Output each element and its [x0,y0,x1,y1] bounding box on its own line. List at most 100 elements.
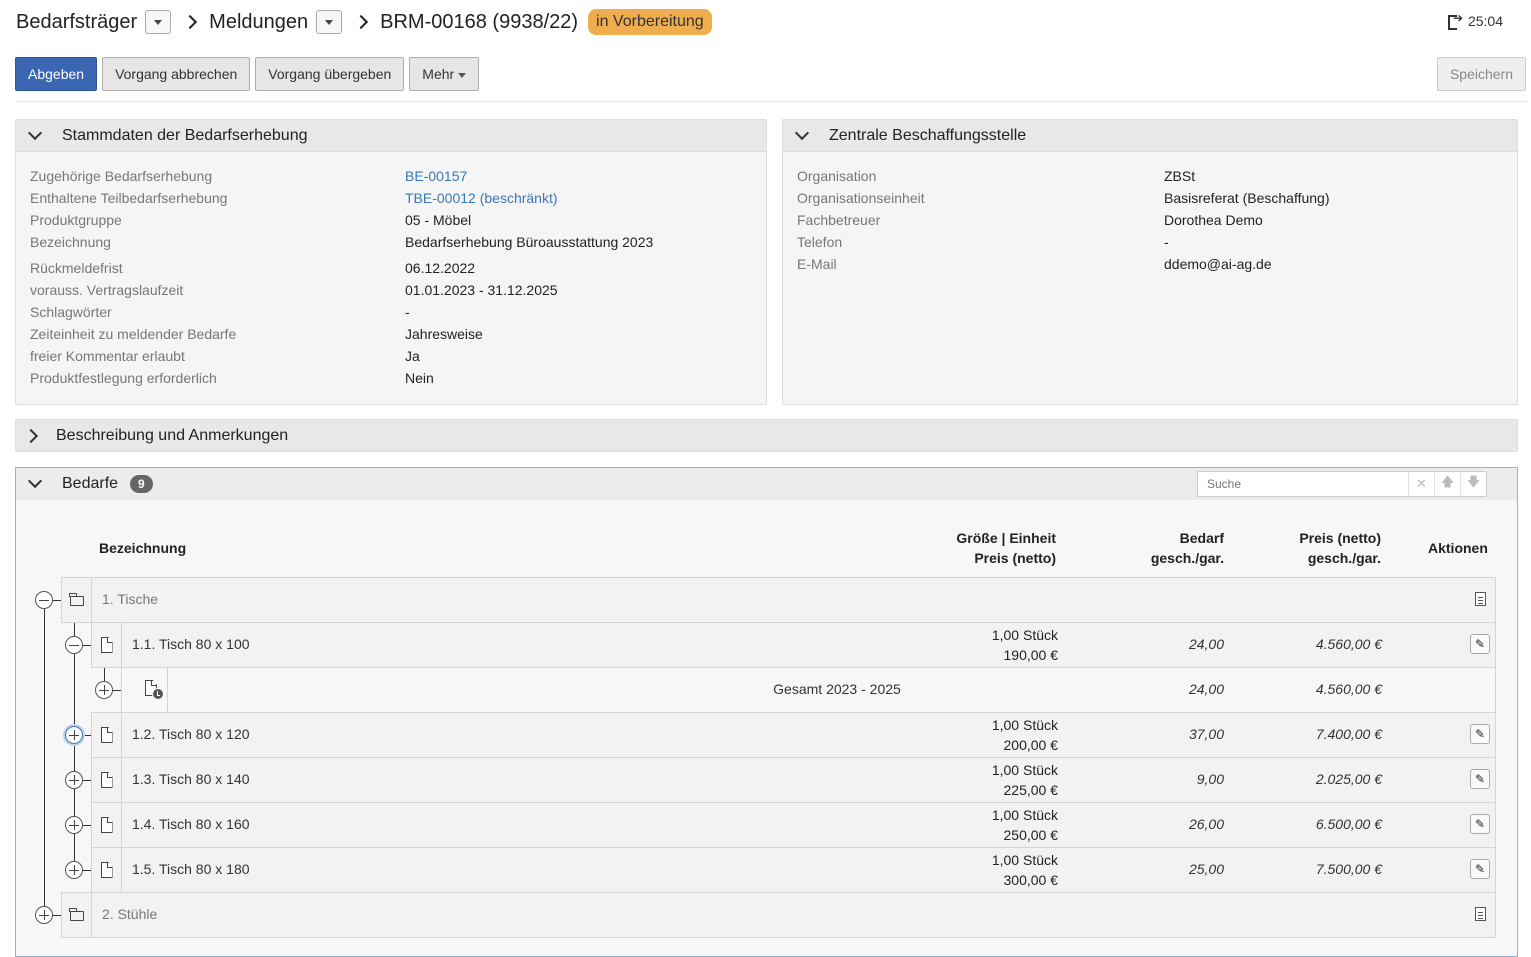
row-unit-price: 190,00 € [1003,647,1059,663]
count-badge: 9 [130,475,153,493]
kv-row: Enthaltene Teilbedarfserhebung TBE-00012 … [30,187,750,209]
zbs-list: Organisation ZBSt Organisationseinheit Bas… [797,165,1497,275]
kv-label: Produktfestlegung erforderlich [30,370,217,386]
cancel-process-button[interactable]: Vorgang abbrechen [102,57,251,91]
kv-label: Organisationseinheit [797,190,925,206]
row-total: 7.500,00 € [1315,861,1382,877]
table-row-group-tische[interactable]: 1. Tische [61,577,1496,623]
submit-button[interactable]: Abgeben [15,57,98,91]
expand-toggle-icon[interactable] [95,681,113,699]
row-label: 1.5. Tisch 80 x 180 [132,861,250,877]
col-size-line1: Größe | Einheit [956,530,1056,546]
collapse-toggle-icon[interactable] [35,591,53,609]
more-dropdown-button[interactable]: Mehr [409,57,480,91]
kv-label: Organisation [797,168,877,184]
chevron-down-icon [27,473,43,489]
search-input[interactable] [1198,473,1408,495]
tree-line [44,600,45,915]
table-row[interactable]: 1.5. Tisch 80 x 180 1,00 Stück 300,00 € … [91,847,1496,893]
bedarfstraeger-dropdown-button[interactable] [145,10,172,34]
table-row[interactable]: 1.4. Tisch 80 x 160 1,00 Stück 250,00 € … [91,802,1496,848]
clear-icon[interactable]: ✕ [1408,472,1434,496]
stammdaten-list: Zugehörige Bedarfserhebung BE-00157 Entha… [30,165,750,389]
row-need: 24,00 [1188,681,1224,697]
size-price-cell: 1,00 Stück 250,00 € [872,805,1058,845]
kv-label: Fachbetreuer [797,212,881,228]
row-qty: 1,00 Stück [991,852,1058,868]
breadcrumb-bedarfstraeger[interactable]: Bedarfsträger [16,11,137,34]
breadcrumb-meldungen[interactable]: Meldungen [209,11,308,34]
kv-value: Dorothea Demo [1164,212,1263,228]
clock-file-cell [122,668,168,712]
col-need-line2: gesch./gar. [1150,550,1224,566]
kv-row: Bezeichnung Bedarfserhebung Büroausstattu… [30,231,750,253]
document-icon[interactable] [1470,589,1490,609]
edit-pencil-icon[interactable]: ✎ [1470,634,1490,654]
status-badge: in Vorbereitung [588,9,712,35]
expand-toggle-icon[interactable] [65,816,83,834]
kv-value: ZBSt [1164,168,1196,184]
edit-pencil-icon[interactable]: ✎ [1470,859,1490,879]
file-cell [92,758,122,802]
expand-toggle-icon[interactable] [65,861,83,879]
kv-row: Produktfestlegung erforderlich Nein [30,367,750,389]
expand-toggle-icon[interactable] [65,771,83,789]
kv-row: freier Kommentar erlaubt Ja [30,345,750,367]
edit-pencil-icon[interactable]: ✎ [1470,814,1490,834]
beschreibung-panel-header[interactable]: Beschreibung und Anmerkungen [16,420,1517,451]
folder-icon [69,908,84,921]
zbs-panel-header[interactable]: Zentrale Beschaffungsstelle [783,120,1517,152]
table-row-group-stuehle[interactable]: 2. Stühle [61,892,1496,938]
row-qty: 1,00 Stück [991,807,1058,823]
row-total: 4.560,00 € [1315,681,1382,697]
bedarfserhebung-link[interactable]: BE-00157 [405,168,467,184]
session-timer[interactable]: 25:04 [1447,11,1503,30]
chevron-down-icon [27,125,43,140]
beschreibung-title: Beschreibung und Anmerkungen [56,426,289,444]
stammdaten-panel-header[interactable]: Stammdaten der Bedarfserhebung [16,120,766,152]
clock-icon [152,688,164,700]
handover-process-button[interactable]: Vorgang übergeben [255,57,405,91]
row-total: 7.400,00 € [1315,726,1382,742]
kv-label: Zugehörige Bedarfserhebung [30,168,213,184]
row-unit-price: 225,00 € [1003,782,1059,798]
row-label: Gesamt 2023 - 2025 [773,681,901,697]
teilbedarfserhebung-link[interactable]: TBE-00012 (beschränkt) [405,190,558,206]
kv-value: 05 - Möbel [405,212,472,228]
table-row[interactable]: 1.3. Tisch 80 x 140 1,00 Stück 225,00 € … [91,757,1496,803]
meldungen-dropdown-button[interactable] [316,10,343,34]
chevron-right-icon [354,14,369,30]
expand-toggle-icon[interactable] [35,906,53,924]
kv-row: Zugehörige Bedarfserhebung BE-00157 [30,165,750,187]
table-row[interactable]: 1.1. Tisch 80 x 100 1,00 Stück 190,00 € … [91,622,1496,668]
chevron-right-icon [23,428,39,443]
caret-down-icon [458,72,467,78]
kv-row: Organisationseinheit Basisreferat (Bescha… [797,187,1497,209]
file-cell [92,623,122,667]
kv-value: - [405,304,410,320]
kv-label: Produktgruppe [30,212,122,228]
col-price-line1: Preis (netto) [1299,530,1381,546]
kv-row: Schlagwörter - [30,301,750,323]
bedarfe-panel-header[interactable]: Bedarfe 9 ✕ 🡅 🡇 [16,468,1517,500]
col-need-line1: Bedarf [1179,530,1224,546]
row-label: 1.4. Tisch 80 x 160 [132,816,250,832]
row-total: 4.560,00 € [1315,636,1382,652]
kv-label: Bezeichnung [30,234,111,250]
collapse-toggle-icon[interactable] [65,636,83,654]
row-label: 1.1. Tisch 80 x 100 [132,636,250,652]
kv-value: Bedarfserhebung Büroausstattung 2023 [405,234,654,250]
table-row[interactable]: 1.2. Tisch 80 x 120 1,00 Stück 200,00 € … [91,712,1496,758]
edit-pencil-icon[interactable]: ✎ [1470,724,1490,744]
edit-pencil-icon[interactable]: ✎ [1470,769,1490,789]
document-icon[interactable] [1470,904,1490,924]
expand-toggle-icon[interactable] [65,726,83,744]
file-cell [92,713,122,757]
kv-label: Schlagwörter [30,304,112,320]
arrow-up-icon[interactable]: 🡅 [1434,472,1460,496]
zbs-title: Zentrale Beschaffungsstelle [829,126,1027,144]
save-button[interactable]: Speichern [1436,57,1526,91]
arrow-down-icon[interactable]: 🡇 [1460,472,1486,496]
chevron-right-icon [183,14,198,30]
kv-label: Rückmeldefrist [30,260,123,276]
